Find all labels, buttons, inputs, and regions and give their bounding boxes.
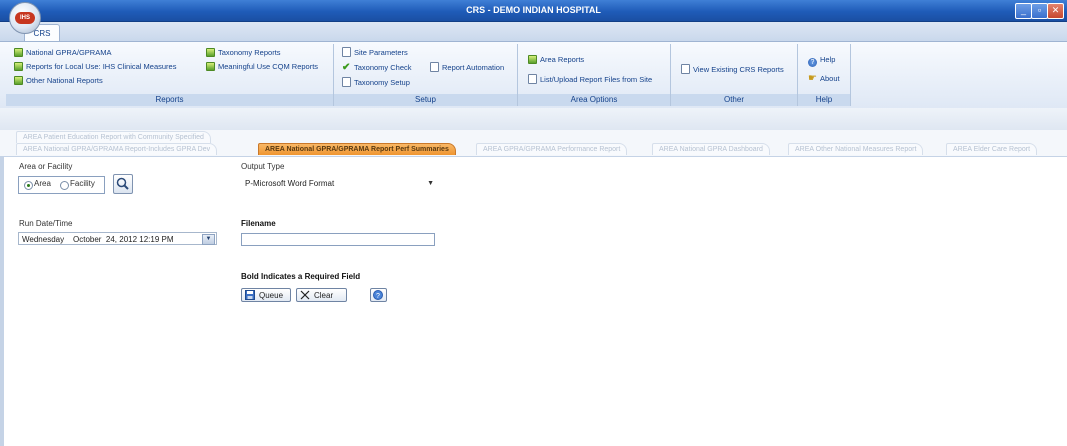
- ihs-logo-icon: IHS: [15, 12, 35, 24]
- site-parameters-button[interactable]: Site Parameters: [342, 47, 408, 59]
- checkmark-icon: ✔: [342, 62, 351, 73]
- queue-button[interactable]: Queue: [241, 288, 291, 302]
- doc-tab-patient-education[interactable]: AREA Patient Education Report with Commu…: [16, 131, 211, 143]
- doc-tab-perf-summaries[interactable]: AREA National GPRA/GPRAMA Report Perf Su…: [258, 143, 456, 155]
- ribbon-group-other: View Existing CRS Reports Other: [671, 44, 798, 106]
- document-icon: [681, 64, 690, 74]
- other-national-reports-button[interactable]: Other National Reports: [14, 75, 103, 87]
- calendar-dropdown-icon[interactable]: ▼: [202, 234, 215, 245]
- area-reports-button[interactable]: Area Reports: [528, 54, 584, 66]
- radio-area-label: Area: [34, 179, 51, 188]
- clear-button-label: Clear: [314, 291, 334, 300]
- national-gpra-button[interactable]: National GPRA/GPRAMA: [14, 47, 111, 59]
- ribbon-spacer: [0, 108, 1067, 130]
- help-icon: ?: [373, 290, 383, 300]
- taxonomy-setup-button[interactable]: Taxonomy Setup: [342, 77, 410, 89]
- report-icon: [14, 62, 23, 71]
- report-form-panel: [0, 157, 1067, 446]
- report-icon: [206, 48, 215, 57]
- document-icon: [342, 47, 351, 57]
- ribbon-tab-bar: CRS: [0, 22, 1067, 42]
- doc-tab-performance-report[interactable]: AREA GPRA/GPRAMA Performance Report: [476, 143, 628, 155]
- doc-tab-dashboard[interactable]: AREA National GPRA Dashboard: [652, 143, 770, 155]
- app-menu-button[interactable]: IHS: [9, 2, 41, 34]
- search-button[interactable]: [113, 174, 133, 194]
- required-field-note: Bold Indicates a Required Field: [241, 272, 361, 281]
- help-form-button[interactable]: ?: [370, 288, 387, 302]
- ribbon-group-help: ? Help ☛ About Help: [798, 44, 851, 106]
- group-label-help: Help: [798, 94, 850, 106]
- group-label-other: Other: [671, 94, 797, 106]
- local-use-reports-button[interactable]: Reports for Local Use: IHS Clinical Meas…: [14, 61, 176, 73]
- ribbon-group-area-options: Area Reports List/Upload Report Files fr…: [518, 44, 671, 106]
- group-label-area-options: Area Options: [518, 94, 670, 106]
- title-bar: CRS - DEMO INDIAN HOSPITAL _ ▫ ✕: [0, 0, 1067, 22]
- filename-input[interactable]: [241, 233, 435, 246]
- radio-area[interactable]: [24, 181, 33, 190]
- area-facility-label: Area or Facility: [19, 162, 73, 171]
- close-button[interactable]: ✕: [1047, 3, 1064, 19]
- doc-tab-other-measures[interactable]: AREA Other National Measures Report: [788, 143, 924, 155]
- radio-facility[interactable]: [60, 181, 69, 190]
- taxonomy-reports-button[interactable]: Taxonomy Reports: [206, 47, 281, 59]
- document-tabs: AREA Patient Education Report with Commu…: [0, 130, 1067, 157]
- ribbon-group-reports: National GPRA/GPRAMA Reports for Local U…: [6, 44, 334, 106]
- dropdown-arrow-icon: ▼: [427, 180, 434, 187]
- save-icon: [245, 290, 255, 300]
- window-title: CRS - DEMO INDIAN HOSPITAL: [466, 5, 601, 15]
- report-icon: [528, 55, 537, 64]
- ribbon: National GPRA/GPRAMA Reports for Local U…: [0, 41, 1067, 109]
- help-icon: ?: [808, 58, 817, 67]
- magnifier-icon: [116, 177, 129, 190]
- svg-text:?: ?: [376, 293, 380, 300]
- output-type-select[interactable]: P-Microsoft Word Format ▼: [241, 176, 437, 189]
- about-icon: ☛: [808, 73, 817, 84]
- minimize-button[interactable]: _: [1015, 3, 1032, 19]
- queue-button-label: Queue: [259, 291, 284, 300]
- group-label-setup: Setup: [334, 94, 517, 106]
- filename-label: Filename: [241, 219, 276, 228]
- clear-x-icon: [300, 290, 310, 300]
- maximize-button[interactable]: ▫: [1031, 3, 1048, 19]
- clear-button[interactable]: Clear: [296, 288, 347, 302]
- document-icon: [528, 74, 537, 84]
- run-datetime-label: Run Date/Time: [19, 219, 73, 228]
- group-label-reports: Reports: [6, 94, 333, 106]
- upload-report-files-button[interactable]: List/Upload Report Files from Site: [528, 74, 652, 86]
- view-existing-reports-button[interactable]: View Existing CRS Reports: [681, 64, 784, 76]
- report-icon: [14, 48, 23, 57]
- document-icon: [430, 62, 439, 72]
- document-icon: [342, 77, 351, 87]
- output-type-value: P-Microsoft Word Format: [245, 179, 335, 188]
- ribbon-group-setup: Site Parameters ✔ Taxonomy Check Report A…: [334, 44, 518, 106]
- help-button[interactable]: ? Help: [808, 54, 835, 67]
- doc-tab-elder-care[interactable]: AREA Elder Care Report: [946, 143, 1038, 155]
- report-icon: [14, 76, 23, 85]
- taxonomy-check-button[interactable]: ✔ Taxonomy Check: [342, 62, 412, 74]
- report-icon: [206, 62, 215, 71]
- run-datetime-picker[interactable]: Wednesday October 24, 2012 12:19 PM ▼: [18, 232, 217, 245]
- meaningful-use-button[interactable]: Meaningful Use CQM Reports: [206, 61, 318, 73]
- doc-tab-gpra-dev[interactable]: AREA National GPRA/GPRAMA Report-Include…: [16, 143, 218, 155]
- area-facility-radio-group: Area Facility: [18, 176, 105, 194]
- run-datetime-value: Wednesday October 24, 2012 12:19 PM: [22, 235, 174, 244]
- about-button[interactable]: ☛ About: [808, 73, 840, 85]
- radio-facility-label: Facility: [70, 179, 95, 188]
- report-automation-button[interactable]: Report Automation: [430, 62, 504, 74]
- output-type-label: Output Type: [241, 162, 285, 171]
